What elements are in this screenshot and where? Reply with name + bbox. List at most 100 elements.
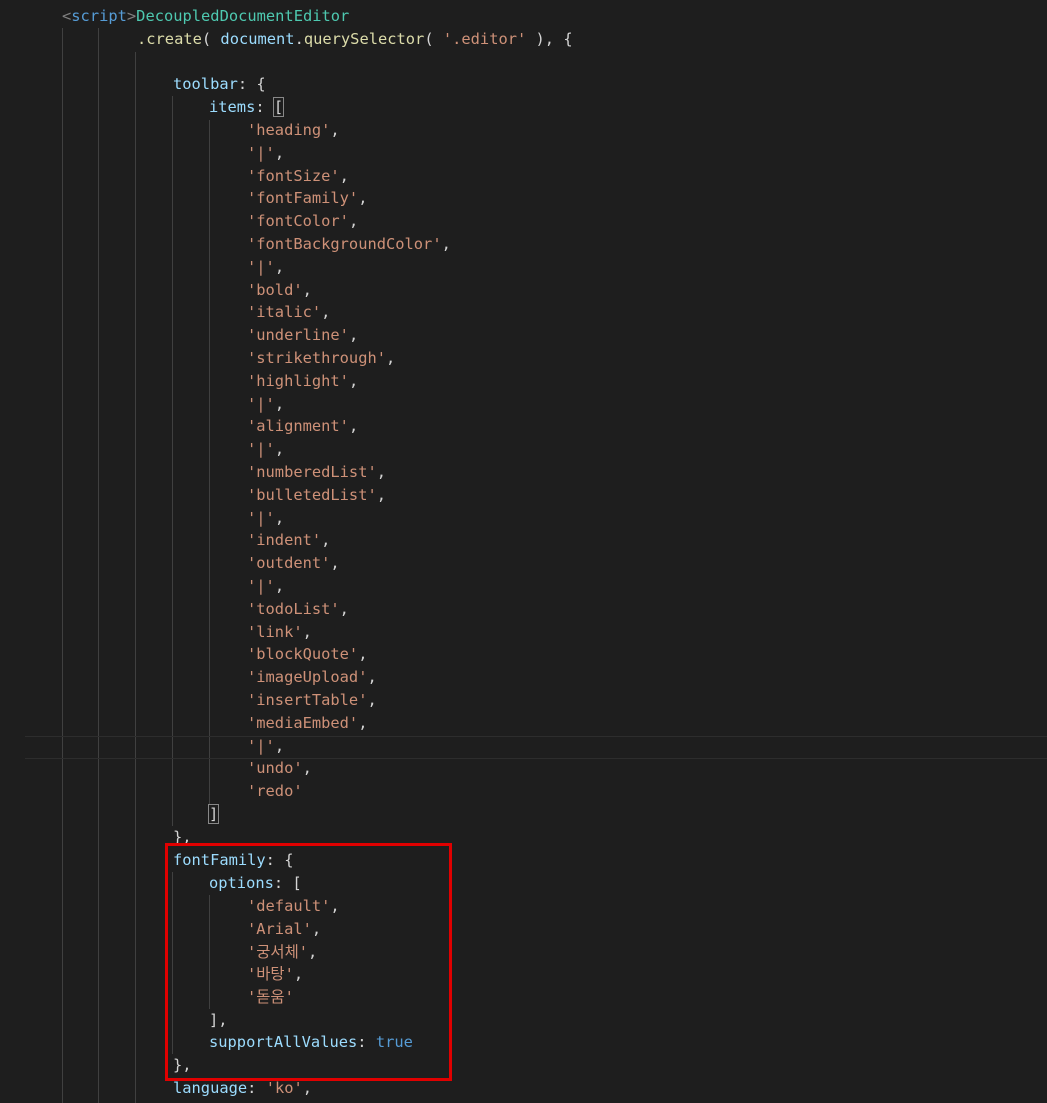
code-line[interactable]: '|', — [247, 438, 1047, 461]
toolbar-key: toolbar — [173, 75, 238, 93]
comma: , — [339, 599, 349, 618]
comma: , — [302, 1079, 313, 1097]
toolbar-item-string: '|' — [247, 394, 275, 413]
toolbar-item-string: '|' — [247, 143, 275, 162]
code-line[interactable]: <script>DecoupledDocumentEditor — [62, 5, 1047, 28]
comma: , — [274, 577, 285, 595]
toolbar-item-string: 'fontColor' — [247, 212, 349, 231]
code-line[interactable]: '|', — [247, 575, 1047, 598]
language-key: language — [173, 1079, 248, 1097]
toolbar-item-string: 'heading' — [247, 121, 331, 139]
code-line[interactable]: 'bulletedList', — [247, 484, 1047, 507]
code-line[interactable]: '|', — [247, 735, 1047, 758]
toolbar-item-string: 'italic' — [247, 303, 322, 322]
toolbar-item-string: 'fontFamily' — [247, 189, 359, 208]
code-line[interactable]: 'alignment', — [247, 415, 1047, 438]
code-line[interactable]: 'bold', — [247, 279, 1047, 302]
items-key: items — [209, 98, 256, 116]
comma: , — [441, 235, 451, 253]
brace: : { — [237, 75, 266, 93]
code-line[interactable]: 'fontColor', — [247, 210, 1047, 233]
code-line[interactable]: 'strikethrough', — [247, 347, 1047, 370]
code-line[interactable]: 'fontBackgroundColor', — [247, 233, 1047, 256]
code-line[interactable]: items: [ — [209, 96, 1047, 119]
comma: , — [321, 303, 331, 322]
comma: , — [358, 189, 368, 208]
document-identifier: document — [220, 30, 295, 48]
comma: , — [376, 485, 387, 504]
language-value: 'ko' — [265, 1079, 303, 1097]
tag-close-bracket: > — [126, 7, 137, 25]
code-line[interactable]: 'heading', — [247, 119, 1047, 142]
code-line[interactable]: 'link', — [247, 621, 1047, 644]
code-line[interactable]: .create( document.querySelector( '.edito… — [137, 28, 1047, 51]
method-create: .create — [137, 30, 202, 48]
comma: , — [302, 280, 312, 299]
comma: , — [348, 417, 359, 436]
code-line[interactable]: 'todoList', — [247, 598, 1047, 621]
code-line[interactable]: 'numberedList', — [247, 461, 1047, 484]
toolbar-item-string: '|' — [247, 440, 275, 459]
code-line[interactable]: 'undo', — [247, 757, 1047, 780]
comma: , — [386, 349, 396, 367]
code-line[interactable]: 'insertTable', — [247, 689, 1047, 712]
toolbar-item-string: 'highlight' — [247, 371, 349, 390]
toolbar-item-string: 'undo' — [247, 759, 303, 778]
code-line[interactable]: 'imageUpload', — [247, 666, 1047, 689]
comma: , — [367, 668, 377, 687]
comma: , — [274, 257, 285, 276]
comma: , — [321, 531, 331, 550]
comma: , — [274, 143, 285, 162]
paren: ( — [424, 30, 443, 48]
code-line[interactable]: 'outdent', — [247, 552, 1047, 575]
comma: , — [339, 166, 349, 185]
method-queryselector: querySelector — [303, 30, 425, 48]
toolbar-item-string: '|' — [247, 577, 275, 595]
bracket-match: [ — [272, 97, 285, 117]
code-line[interactable]: '|', — [247, 393, 1047, 416]
paren: ), { — [526, 30, 573, 48]
comma: , — [358, 713, 368, 732]
toolbar-item-string: 'link' — [247, 622, 303, 641]
tag-open-bracket: < — [62, 7, 72, 25]
colon: : — [247, 1079, 266, 1097]
toolbar-item-string: 'bulletedList' — [247, 485, 377, 504]
code-line[interactable]: 'redo' — [247, 780, 1047, 803]
code-line[interactable]: 'indent', — [247, 529, 1047, 552]
code-line[interactable]: 'underline', — [247, 324, 1047, 347]
code-line[interactable]: '|', — [247, 507, 1047, 530]
code-line[interactable]: '|', — [247, 256, 1047, 279]
code-line[interactable]: 'mediaEmbed', — [247, 712, 1047, 735]
code-line[interactable]: 'blockQuote', — [247, 643, 1047, 666]
toolbar-item-string: 'fontBackgroundColor' — [247, 235, 442, 253]
script-tag: script — [71, 7, 127, 25]
toolbar-item-string: 'strikethrough' — [247, 349, 386, 367]
toolbar-item-string: 'mediaEmbed' — [247, 713, 359, 732]
indent-guide — [98, 28, 99, 1103]
code-line[interactable]: 'highlight', — [247, 370, 1047, 393]
indent-guide — [62, 28, 63, 1103]
toolbar-item-string: 'bold' — [247, 280, 303, 299]
toolbar-item-string: 'indent' — [247, 531, 322, 550]
comma: , — [274, 394, 285, 413]
code-line[interactable]: 'italic', — [247, 301, 1047, 324]
toolbar-item-string: 'todoList' — [247, 599, 340, 618]
code-line[interactable]: ] — [207, 803, 1047, 826]
annotation-highlight-box — [165, 843, 452, 1081]
comma: , — [348, 371, 359, 390]
toolbar-item-string: '|' — [247, 736, 275, 755]
comma: , — [330, 554, 340, 573]
comma: , — [330, 121, 340, 139]
dot: . — [294, 30, 304, 48]
toolbar-item-string: 'blockQuote' — [247, 645, 359, 664]
code-line[interactable]: toolbar: { — [173, 73, 1047, 96]
code-line[interactable]: 'fontSize', — [247, 165, 1047, 188]
toolbar-item-string: 'underline' — [247, 326, 349, 345]
toolbar-item-string: '|' — [247, 508, 275, 527]
comma: , — [274, 736, 285, 755]
code-line[interactable]: 'fontFamily', — [247, 187, 1047, 210]
code-editor[interactable]: ▔▔▔▔▔▔▔▔▔▔▔▔▔▔▔▔▔▔ <script>DecoupledDocu… — [0, 0, 1047, 1103]
class-identifier: DecoupledDocumentEditor — [136, 7, 350, 25]
selector-string: '.editor' — [442, 30, 527, 48]
code-line[interactable]: '|', — [247, 142, 1047, 165]
